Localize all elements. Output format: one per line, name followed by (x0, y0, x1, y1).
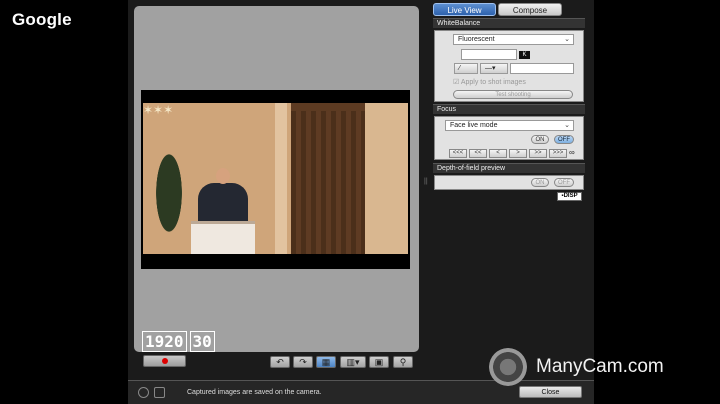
chevron-down-icon: ⌄ (564, 36, 570, 43)
disp-button[interactable]: ▪DISP (557, 192, 582, 201)
focus-off-button[interactable]: OFF (554, 135, 574, 144)
chevron-down-icon: ⌄ (564, 122, 570, 129)
rotate-right-icon: ↷ (299, 357, 307, 367)
speaker-body (198, 183, 248, 223)
rotate-left-button[interactable]: ↶ (270, 356, 290, 368)
screen: Google ✶✶✶ 1920 30 ↶ ↷ ▦ ▥▾ ▣ ⚲ || Live V… (0, 0, 720, 404)
dof-on-button[interactable]: ON (531, 178, 549, 187)
white-balance-value: Fluorescent (458, 36, 495, 43)
chandelier: ✶✶✶ (143, 103, 174, 117)
white-balance-select[interactable]: Fluorescent ⌄ (453, 34, 574, 45)
speaker-head (216, 168, 230, 184)
focus-near-medium[interactable]: << (469, 149, 487, 158)
dof-off-button[interactable]: OFF (554, 178, 574, 187)
focus-mode-value: Face live mode (450, 122, 498, 129)
aspect-button[interactable]: ▥▾ (340, 356, 366, 368)
focus-far-large[interactable]: >>> (549, 149, 567, 158)
infinity-icon: ∞ (569, 148, 575, 157)
settings-panel: Live View Compose WhiteBalance Fluoresce… (431, 0, 587, 380)
focus-header: Focus (433, 104, 585, 114)
plant (149, 153, 189, 253)
dof-box: ON OFF (434, 175, 584, 190)
wall-right (365, 103, 408, 254)
wb-shift-select[interactable]: ―▾ (480, 63, 508, 74)
eyedropper-icon: ⁄ (459, 65, 461, 72)
rotate-right-button[interactable]: ↷ (293, 356, 313, 368)
zoom-icon: ⚲ (399, 357, 407, 367)
apply-to-shot-checkbox[interactable]: ☑ Apply to shot images (453, 78, 526, 86)
rotate-left-icon: ↶ (276, 357, 284, 367)
aspect-icon: ▥▾ (346, 357, 360, 367)
google-logo: Google (12, 10, 72, 29)
movie-size-indicator: 1920 30 (142, 331, 218, 352)
tab-compose[interactable]: Compose (498, 3, 562, 16)
church-scene: ✶✶✶ (143, 103, 408, 254)
grid-button[interactable]: ▦ (316, 356, 336, 368)
manycam-text: ManyCam.com (536, 356, 664, 377)
tab-live-view[interactable]: Live View (433, 3, 496, 16)
image-icon: ▣ (374, 357, 384, 367)
apply-label: Apply to shot images (460, 79, 526, 86)
white-balance-header: WhiteBalance (433, 18, 585, 28)
fps-label: 30 (189, 331, 215, 352)
test-shooting-button[interactable]: Test shooting (453, 90, 573, 99)
camera-settings-icon[interactable] (138, 387, 149, 398)
grid-icon: ▦ (321, 357, 331, 367)
focus-on-button[interactable]: ON (531, 135, 549, 144)
podium (191, 221, 255, 254)
resolution-label: 1920 (142, 331, 187, 352)
focus-near-small[interactable]: < (489, 149, 507, 158)
disp-label: DISP (563, 193, 578, 199)
focus-near-large[interactable]: <<< (449, 149, 467, 158)
record-button[interactable] (143, 355, 186, 367)
live-view-image: ✶✶✶ (141, 90, 410, 269)
focus-mode-select[interactable]: Face live mode ⌄ (445, 120, 574, 131)
close-button[interactable]: Close (519, 386, 582, 398)
pillar (275, 103, 287, 254)
zoom-button[interactable]: ⚲ (393, 356, 413, 368)
image-button[interactable]: ▣ (369, 356, 389, 368)
status-message: Captured images are saved on the camera. (187, 389, 322, 396)
manycam-logo-icon (489, 348, 527, 386)
white-balance-box: Fluorescent ⌄ K ⁄ ―▾ ☑ Apply to shot ima… (434, 30, 584, 102)
splitter-grip[interactable]: || (424, 178, 428, 185)
kelvin-input[interactable] (461, 49, 517, 60)
focus-far-small[interactable]: > (509, 149, 527, 158)
eyedropper-button[interactable]: ⁄ (454, 63, 478, 74)
dropdown-icon: ―▾ (485, 65, 496, 72)
wb-shift-value[interactable] (510, 63, 574, 74)
kelvin-badge: K (519, 51, 530, 59)
screenshot-icon[interactable] (154, 387, 165, 398)
focus-far-medium[interactable]: >> (529, 149, 547, 158)
dof-header: Depth-of-field preview (433, 163, 585, 173)
record-icon (161, 358, 168, 364)
manycam-watermark: ManyCam.com (489, 348, 709, 386)
